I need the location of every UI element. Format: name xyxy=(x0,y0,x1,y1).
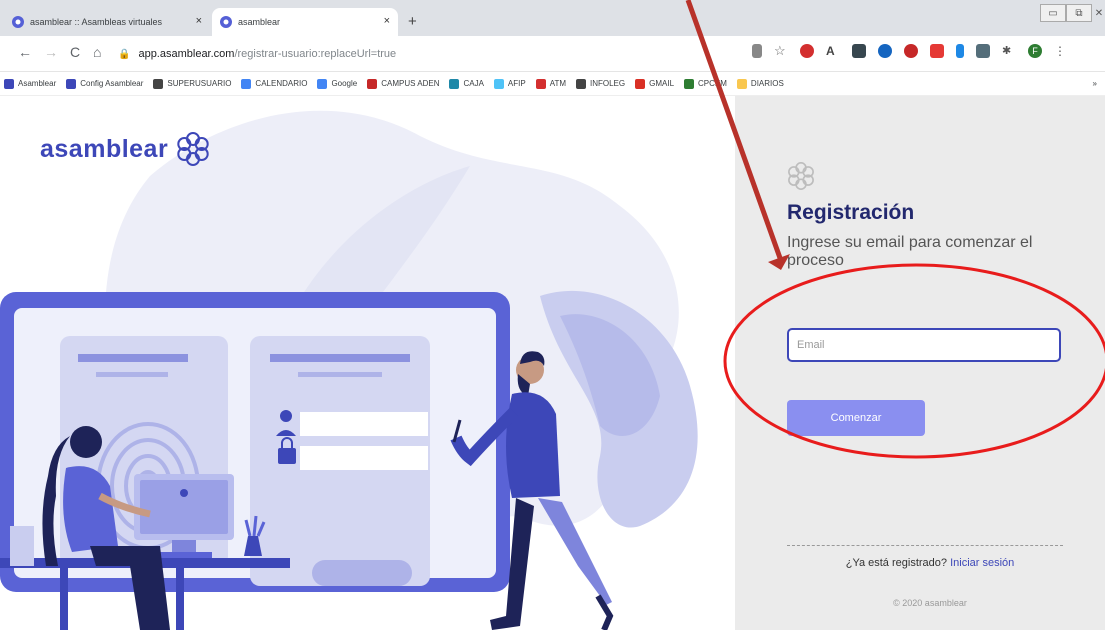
bookmark-label: CAJA xyxy=(463,79,484,88)
bookmark-favicon-icon xyxy=(493,78,504,89)
star-icon[interactable]: ☆ xyxy=(774,44,788,58)
tab-close-icon[interactable]: × xyxy=(196,15,202,27)
bookmark-label: DIARIOS xyxy=(750,79,784,88)
tab-strip: asamblear :: Asambleas virtuales × asamb… xyxy=(0,0,1105,36)
bookmark-item[interactable]: CPCEM xyxy=(684,78,727,89)
tab-title: asamblear xyxy=(238,17,281,27)
illustration-panel: asamblear xyxy=(0,96,735,630)
asamblear-favicon-icon xyxy=(12,16,24,28)
bookmark-label: Config Asamblear xyxy=(80,79,144,88)
bookmark-favicon-icon xyxy=(635,78,646,89)
bookmark-label: CAMPUS ADEN xyxy=(381,79,440,88)
extension-icon[interactable] xyxy=(904,44,918,58)
bookmark-favicon-icon xyxy=(66,78,77,89)
forward-button[interactable]: → xyxy=(44,44,58,60)
key-icon[interactable] xyxy=(752,44,762,58)
divider xyxy=(787,545,1063,546)
registration-title: Registración xyxy=(787,201,915,224)
bookmark-item[interactable]: DIARIOS xyxy=(736,78,784,89)
tab-title: asamblear :: Asambleas virtuales xyxy=(30,17,163,27)
brand-logo: asamblear xyxy=(40,132,210,166)
login-prompt: ¿Ya está registrado? Iniciar sesión xyxy=(815,557,1045,569)
new-tab-button[interactable]: + xyxy=(408,13,417,30)
close-window-button[interactable]: ✕ xyxy=(1092,4,1105,22)
restore-button[interactable]: ⧉ xyxy=(1066,4,1092,22)
bookmark-favicon-icon xyxy=(449,78,460,89)
start-button[interactable]: Comenzar xyxy=(787,400,925,436)
bookmark-label: CALENDARIO xyxy=(255,79,308,88)
bookmark-label: ATM xyxy=(549,79,566,88)
hero-illustration xyxy=(0,110,698,630)
url-path: /registrar-usuario:replaceUrl=true xyxy=(234,48,397,60)
puzzle-icon[interactable]: ✱ xyxy=(1002,44,1016,58)
asamblear-logo-icon xyxy=(177,132,209,166)
bookmark-item[interactable]: GMAIL xyxy=(635,78,675,89)
adblock-icon[interactable] xyxy=(800,44,814,58)
email-field[interactable] xyxy=(787,328,1061,362)
browser-window: asamblear :: Asambleas virtuales × asamb… xyxy=(0,0,1105,630)
bookmark-item[interactable]: ATM xyxy=(535,78,566,89)
bookmark-favicon-icon xyxy=(736,78,747,89)
bookmark-favicon-icon xyxy=(367,78,378,89)
tab-close-icon[interactable]: × xyxy=(384,15,390,27)
brand-name: asamblear xyxy=(40,134,169,163)
bookmark-label: INFOLEG xyxy=(590,79,626,88)
tab-asamblear[interactable]: asamblear × xyxy=(212,8,398,36)
asamblear-logo-icon xyxy=(788,162,814,190)
extension-icons: ☆ A ✱ F ⋮ xyxy=(752,44,1068,58)
address-bar[interactable]: 🔒 app.asamblear.com/registrar-usuario:re… xyxy=(118,42,738,66)
bookmark-label: GMAIL xyxy=(649,79,675,88)
bookmark-favicon-icon xyxy=(241,78,252,89)
lock-icon: 🔒 xyxy=(118,48,131,60)
bookmark-favicon-icon xyxy=(4,78,14,89)
bookmark-item[interactable]: AFIP xyxy=(493,78,526,89)
login-link[interactable]: Iniciar sesión xyxy=(950,557,1014,569)
padlock-icon xyxy=(278,448,296,464)
asamblear-favicon-icon xyxy=(220,16,232,28)
already-registered-text: ¿Ya está registrado? xyxy=(845,557,948,569)
bookmark-favicon-icon xyxy=(153,78,164,89)
reload-button[interactable]: C xyxy=(70,44,80,60)
registration-subtitle: Ingrese su email para comenzar el proces… xyxy=(787,234,1033,269)
minimize-button[interactable]: ▭ xyxy=(1040,4,1066,22)
bookmark-favicon-icon xyxy=(317,78,328,89)
bookmark-label: CPCEM xyxy=(698,79,727,88)
bookmark-item[interactable]: Google xyxy=(317,78,358,89)
bookmark-item[interactable]: CAMPUS ADEN xyxy=(367,78,440,89)
bookmark-favicon-icon xyxy=(684,78,695,89)
bookmark-favicon-icon xyxy=(576,78,586,89)
extension-icon[interactable] xyxy=(930,44,944,58)
bookmarks-overflow-button[interactable]: » xyxy=(1093,79,1097,88)
menu-icon[interactable]: ⋮ xyxy=(1054,44,1068,58)
font-icon[interactable]: A xyxy=(826,44,840,58)
bookmark-label: Asamblear xyxy=(18,79,57,88)
bookmark-label: AFIP xyxy=(507,79,526,88)
bookmark-item[interactable]: Asamblear xyxy=(4,78,57,89)
bookmark-label: Google xyxy=(331,79,358,88)
bookmark-item[interactable]: SUPERUSUARIO xyxy=(153,78,232,89)
copyright: © 2020 asamblear xyxy=(893,598,967,608)
window-controls: ▭ ⧉ ✕ xyxy=(1040,4,1105,24)
extension-icon[interactable] xyxy=(976,44,990,58)
bookmark-item[interactable]: CALENDARIO xyxy=(241,78,308,89)
tab-asambleas-virtuales[interactable]: asamblear :: Asambleas virtuales × xyxy=(4,8,210,36)
browser-toolbar: ← → C ⌂ 🔒 app.asamblear.com/registrar-us… xyxy=(0,36,1105,72)
bookmark-label: SUPERUSUARIO xyxy=(167,79,232,88)
extension-icon[interactable] xyxy=(956,44,964,58)
bookmarks-bar: Asamblear Config Asamblear SUPERUSUARIO CAL… xyxy=(0,72,1105,96)
bookmark-item[interactable]: INFOLEG xyxy=(576,78,626,89)
bookmark-item[interactable]: CAJA xyxy=(449,78,484,89)
profile-avatar[interactable]: F xyxy=(1028,44,1042,58)
back-button[interactable]: ← xyxy=(18,44,32,60)
extension-icon[interactable] xyxy=(852,44,866,58)
bookmark-item[interactable]: Config Asamblear xyxy=(66,78,144,89)
registration-panel: Registración Ingrese su email para comen… xyxy=(735,96,1105,630)
url-host: app.asamblear.com xyxy=(138,48,235,60)
home-button[interactable]: ⌂ xyxy=(93,44,101,60)
bookmark-favicon-icon xyxy=(535,78,546,89)
extension-icon[interactable] xyxy=(878,44,892,58)
